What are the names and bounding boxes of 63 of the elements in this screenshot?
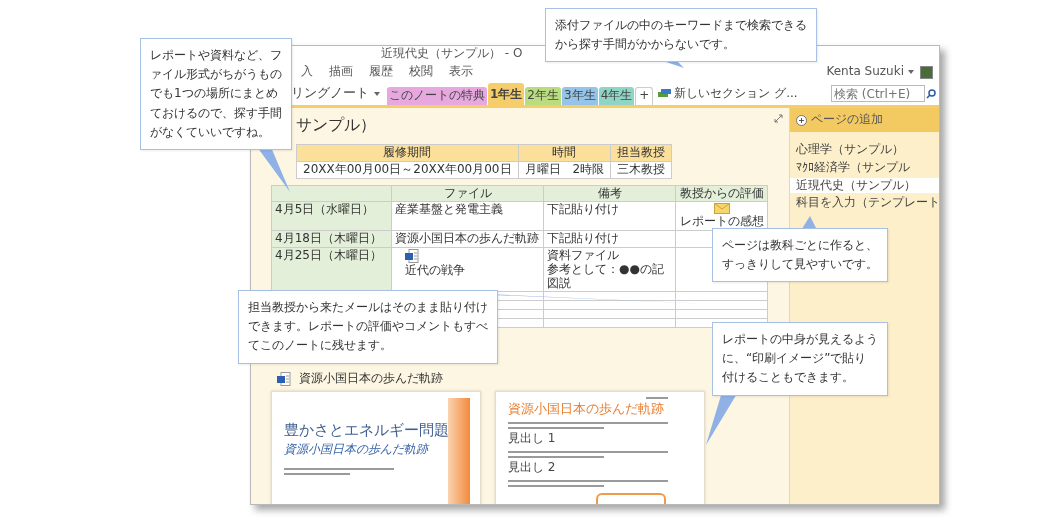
ribbon-tab[interactable]: 入 — [301, 65, 313, 79]
section-tab[interactable]: 1年生 — [488, 83, 525, 105]
table-cell: 20XX年00月00日～20XX年00月00日 — [296, 161, 518, 179]
callout-box: ページは教科ごとに作ると、すっきりして見やすいです。 — [712, 228, 888, 283]
date-text: 4月5日（水曜日） — [275, 202, 375, 217]
note-text: 参考として：●●の記 — [547, 262, 665, 277]
page-title: サンプル） — [296, 115, 376, 134]
ribbon-tab[interactable]: 表示 — [449, 65, 473, 79]
avatar-image[interactable] — [920, 65, 933, 79]
file-text: 資源小国日本の歩んだ軌跡 — [395, 231, 539, 246]
printout-subtitle: 資源小国日本の歩んだ軌跡 — [284, 441, 428, 456]
callout-box: レポートの中身が見えるように、“印刷イメージ”で貼り付けることもできます。 — [712, 322, 888, 396]
note-text: 図説 — [547, 276, 572, 291]
date-text: 4月18日（木曜日） — [275, 231, 382, 246]
column-header: 備考 — [543, 185, 676, 202]
ribbon-tab[interactable]: 履歴 — [369, 65, 393, 79]
new-section-group-button[interactable]: 新しいセクション グ... — [674, 86, 798, 101]
section-tab[interactable]: 4年生 — [598, 87, 635, 105]
page-item[interactable]: 近現代史（サンプル） — [790, 177, 939, 194]
ribbon-tab[interactable]: 校閲 — [409, 65, 433, 79]
search-field[interactable]: 検索 (Ctrl+E) — [831, 85, 925, 102]
page-item[interactable]: 科目を入力（テンプレート — [790, 195, 939, 212]
callout-box: 添付ファイルの中のキーワードまで検索できるから探す手間がかからないです。 — [545, 8, 817, 63]
printout-title: 資源小国日本の歩んだ軌跡 — [508, 401, 664, 417]
rounded-frame — [596, 492, 666, 504]
window-title: 近現代史（サンプル） - O — [381, 47, 523, 61]
section-group-icon[interactable] — [658, 89, 672, 98]
column-header: 担当教授 — [610, 144, 672, 162]
note-text: 資料ファイル — [547, 249, 620, 263]
expand-icon[interactable] — [774, 114, 783, 123]
section-tab[interactable]: 3年生 — [562, 87, 598, 105]
section-tab[interactable]: このノートの特典 — [387, 87, 487, 105]
page-item[interactable]: ﾏｸﾛ経済学（サンプル — [790, 159, 939, 176]
note-text: 下記貼り付け — [547, 232, 620, 246]
attachment-name[interactable]: 近代の戦争 — [405, 264, 465, 278]
printout-title: 豊かさとエネルギー問題 — [284, 421, 449, 440]
blurred-text-lines — [646, 397, 668, 400]
note-text: 下記貼り付け — [547, 203, 620, 218]
add-icon[interactable] — [796, 114, 807, 126]
add-section-tab[interactable]: + — [635, 87, 654, 105]
caret-icon[interactable] — [908, 70, 914, 74]
printout-heading: 見出し 1 — [508, 431, 556, 446]
column-header: 履修期間 — [296, 144, 518, 162]
notebook-name[interactable]: リングノート — [291, 86, 369, 101]
table-cell: 三木教授 — [610, 161, 672, 179]
document-icon[interactable] — [405, 249, 419, 263]
attachment-name[interactable]: 資源小国日本の歩んだ軌跡 — [299, 372, 443, 387]
column-header: ファイル — [391, 185, 544, 202]
document-icon[interactable] — [277, 372, 291, 387]
section-tab[interactable]: 2年生 — [525, 87, 561, 105]
file-text: 産業基盤と発電主義 — [395, 202, 503, 217]
ribbon-tab[interactable]: 描画 — [329, 65, 353, 79]
page-item[interactable]: 心理学（サンプル） — [790, 142, 939, 158]
callout-box: レポートや資料など、ファイル形式がちがうものでも1つの場所にまとめておけるので、探す手間がなくていいですね。 — [140, 38, 292, 150]
search-icon[interactable] — [926, 88, 936, 99]
date-text: 4月25日（木曜日） — [275, 248, 382, 262]
printout-heading: 見出し 2 — [508, 460, 556, 475]
column-header: 教授からの評価 — [675, 185, 768, 202]
table-cell: 月曜日 2時限 — [518, 161, 611, 179]
callout-box: 担当教授から来たメールはそのまま貼り付けできます。レポートの評価やコメントもすべてこのノートに残せます。 — [238, 290, 498, 364]
column-header: 時間 — [518, 144, 611, 162]
caret-icon[interactable] — [374, 91, 380, 96]
user-name[interactable]: Kenta Suzuki — [826, 65, 904, 79]
